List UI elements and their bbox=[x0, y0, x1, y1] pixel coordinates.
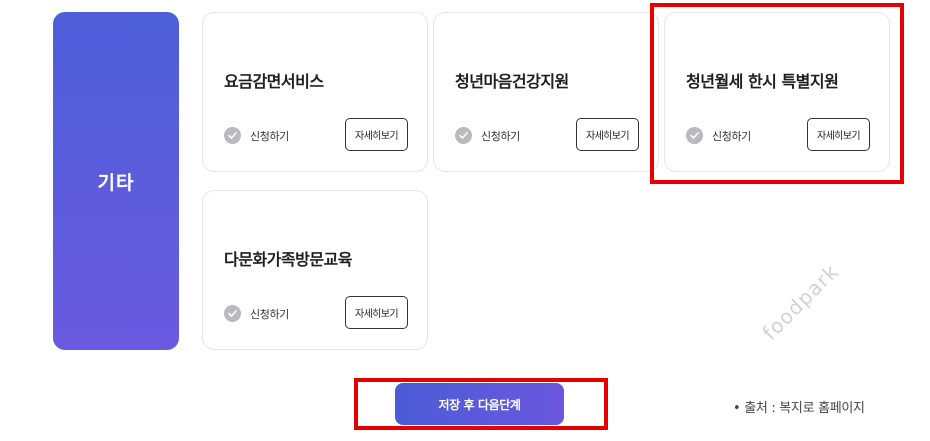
watermark: foodpark bbox=[757, 259, 844, 345]
apply-option[interactable]: 신청하기 bbox=[455, 127, 520, 144]
service-title: 청년월세 한시 특별지원 bbox=[686, 72, 839, 91]
service-card: 청년월세 한시 특별지원 신청하기 자세히보기 bbox=[664, 12, 890, 172]
check-circle-icon[interactable] bbox=[224, 305, 241, 322]
check-circle-icon[interactable] bbox=[224, 127, 241, 144]
category-label: 기타 bbox=[97, 171, 135, 194]
service-title: 청년마음건강지원 bbox=[455, 72, 569, 91]
apply-label[interactable]: 신청하기 bbox=[481, 128, 520, 144]
service-card: 요금감면서비스 신청하기 자세히보기 bbox=[202, 12, 428, 172]
apply-option[interactable]: 신청하기 bbox=[686, 127, 751, 144]
apply-label[interactable]: 신청하기 bbox=[712, 128, 751, 144]
view-details-button[interactable]: 자세히보기 bbox=[345, 296, 408, 329]
apply-option[interactable]: 신청하기 bbox=[224, 305, 289, 322]
view-details-button[interactable]: 자세히보기 bbox=[345, 118, 408, 151]
apply-option[interactable]: 신청하기 bbox=[224, 127, 289, 144]
source-note: • 출처 : 복지로 홈페이지 bbox=[733, 401, 865, 416]
view-details-button[interactable]: 자세히보기 bbox=[807, 118, 870, 151]
service-title: 다문화가족방문교육 bbox=[224, 250, 352, 269]
service-card: 청년마음건강지원 신청하기 자세히보기 bbox=[433, 12, 659, 172]
view-details-button[interactable]: 자세히보기 bbox=[576, 118, 639, 151]
category-label-block: 기타 bbox=[53, 12, 179, 350]
save-and-next-button[interactable]: 저장 후 다음단계 bbox=[395, 383, 564, 425]
service-card: 다문화가족방문교육 신청하기 자세히보기 bbox=[202, 190, 428, 350]
apply-label[interactable]: 신청하기 bbox=[250, 306, 289, 322]
check-circle-icon[interactable] bbox=[686, 127, 703, 144]
check-circle-icon[interactable] bbox=[455, 127, 472, 144]
service-title: 요금감면서비스 bbox=[224, 72, 324, 91]
apply-label[interactable]: 신청하기 bbox=[250, 128, 289, 144]
